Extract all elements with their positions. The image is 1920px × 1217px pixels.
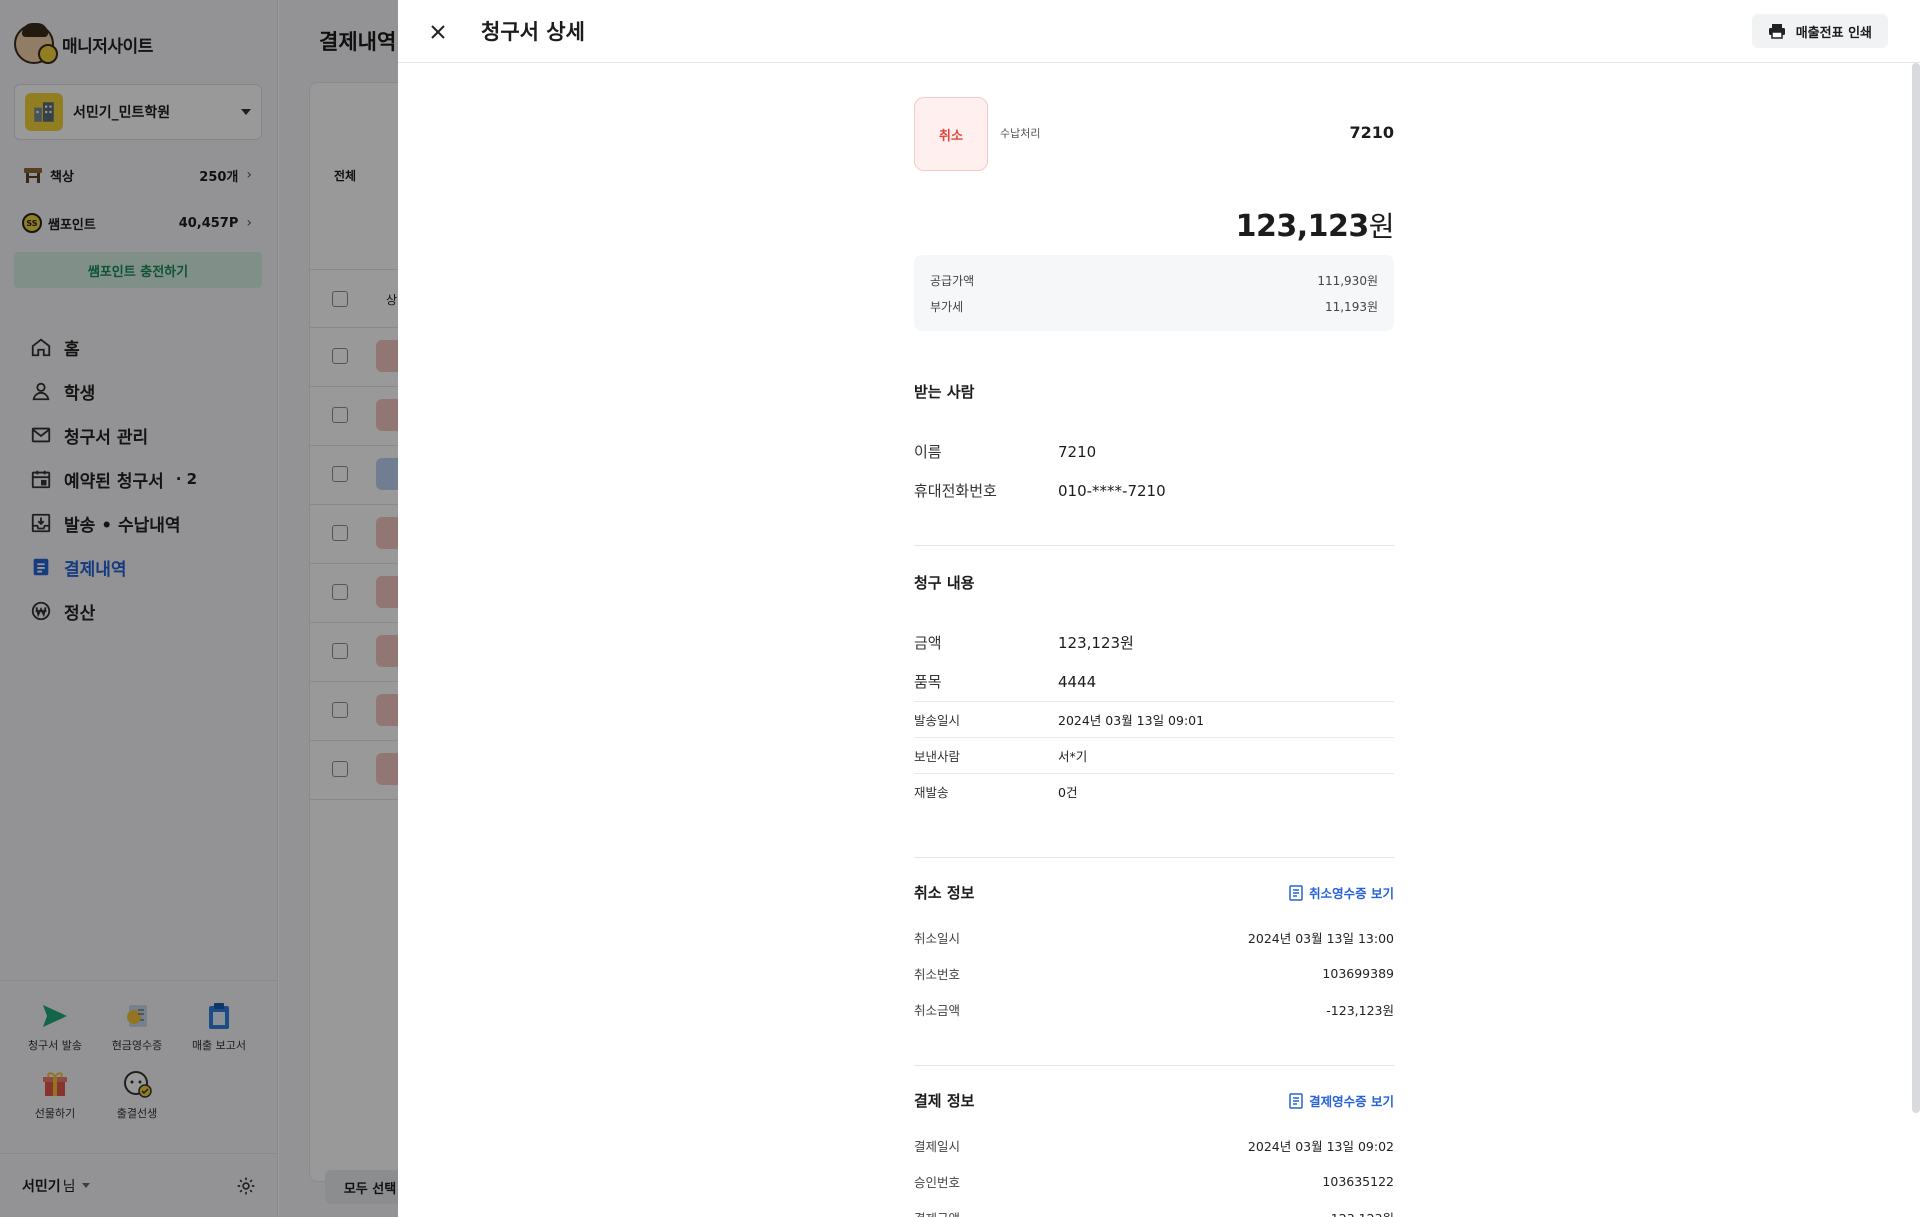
payment-info-section: 결제 정보 결제영수증 보기 결제일시 2024년 03월 13일 09:02 승… xyxy=(914,1065,1394,1217)
sender-row: 보낸사람 서*기 xyxy=(914,737,1394,773)
recipient-section: 받는 사람 이름 7210 휴대전화번호 010-****-7210 xyxy=(914,381,1394,510)
recipient-name-row: 이름 7210 xyxy=(914,432,1394,471)
vat-row: 부가세 11,193원 xyxy=(930,293,1378,319)
record-id: 7210 xyxy=(1349,123,1394,142)
supply-row: 공급가액 111,930원 xyxy=(930,267,1378,293)
total-value: 123,123 xyxy=(1235,209,1370,244)
section-title: 결제 정보 결제영수증 보기 xyxy=(914,1090,1394,1111)
vat-value: 11,193원 xyxy=(1324,299,1378,314)
field-label: 승인번호 xyxy=(914,1174,961,1190)
cancel-amount: -123,123원 xyxy=(1326,1002,1394,1018)
status-badge: 취소 xyxy=(914,97,988,171)
supply-value: 111,930원 xyxy=(1317,273,1378,288)
billing-title: 청구 내용 xyxy=(914,574,975,592)
recipient-phone-row: 휴대전화번호 010-****-7210 xyxy=(914,471,1394,510)
print-label: 매출전표 인쇄 xyxy=(1795,25,1872,41)
cancel-number: 103699389 xyxy=(1322,965,1394,981)
drawer-content: 취소 수납처리 7210 123,123원 공급가액 111,930원 부가세 11… xyxy=(914,63,1395,1217)
section-title: 받는 사람 xyxy=(914,381,1394,402)
approval-number: 103635122 xyxy=(1322,1173,1394,1189)
total-amount: 123,123원 xyxy=(914,205,1395,245)
payment-date: 2024년 03월 13일 09:02 xyxy=(1247,1138,1394,1154)
payment-info-title: 결제 정보 xyxy=(914,1092,975,1110)
vat-label: 부가세 xyxy=(930,299,964,314)
sent-date-row: 발송일시 2024년 03월 13일 09:01 xyxy=(914,701,1394,737)
field-label: 휴대전화번호 xyxy=(914,482,997,500)
printer-icon xyxy=(1768,24,1785,39)
cancel-amount-row: 취소금액 -123,123원 xyxy=(914,991,1394,1027)
field-label: 품목 xyxy=(914,673,942,691)
field-label: 발송일시 xyxy=(914,713,961,728)
link-label: 결제영수증 보기 xyxy=(1309,1094,1394,1109)
field-label: 취소일시 xyxy=(914,930,961,946)
payment-date-row: 결제일시 2024년 03월 13일 09:02 xyxy=(914,1127,1394,1163)
drawer-header: 청구서 상세 매출전표 인쇄 xyxy=(398,0,1920,63)
cancel-info-section: 취소 정보 취소영수증 보기 취소일시 2024년 03월 13일 13:00 취… xyxy=(914,857,1394,1027)
document-icon xyxy=(1289,884,1303,901)
cancel-info-title: 취소 정보 xyxy=(914,884,975,902)
field-label: 재발송 xyxy=(914,785,949,800)
resend-row: 재발송 0건 xyxy=(914,773,1394,809)
close-icon xyxy=(431,25,445,39)
billing-amount-row: 금액 123,123원 xyxy=(914,623,1394,662)
view-payment-receipt-link[interactable]: 결제영수증 보기 xyxy=(1289,1091,1394,1110)
supply-label: 공급가액 xyxy=(930,273,975,288)
approval-number-row: 승인번호 103635122 xyxy=(914,1163,1394,1199)
section-title: 청구 내용 xyxy=(914,572,1394,593)
recipient-title: 받는 사람 xyxy=(914,383,975,401)
drawer-title: 청구서 상세 xyxy=(481,20,585,44)
view-cancel-receipt-link[interactable]: 취소영수증 보기 xyxy=(1289,883,1394,902)
billing-item: 4444 xyxy=(1058,672,1097,691)
field-label: 취소번호 xyxy=(914,966,961,982)
link-label: 취소영수증 보기 xyxy=(1309,886,1394,901)
billing-amount: 123,123원 xyxy=(1058,634,1134,652)
cancel-number-row: 취소번호 103699389 xyxy=(914,955,1394,991)
sent-date: 2024년 03월 13일 09:01 xyxy=(1058,713,1205,728)
billing-item-row: 품목 4444 xyxy=(914,662,1394,701)
cancel-date: 2024년 03월 13일 13:00 xyxy=(1247,930,1394,946)
field-label: 결제금액 xyxy=(914,1208,960,1217)
section-title: 취소 정보 취소영수증 보기 xyxy=(914,882,1394,903)
print-sales-slip-button[interactable]: 매출전표 인쇄 xyxy=(1751,14,1888,48)
scrollbar[interactable] xyxy=(1912,63,1920,1113)
invoice-detail-drawer: 청구서 상세 매출전표 인쇄 취소 수납처리 7210 123,123원 공급가… xyxy=(398,0,1920,1217)
payment-amount-row: 결제금액 123,123원 xyxy=(914,1199,1394,1217)
sender: 서*기 xyxy=(1058,749,1088,764)
field-label: 결제일시 xyxy=(914,1138,961,1154)
recipient-phone: 010-****-7210 xyxy=(1058,481,1166,500)
field-label: 이름 xyxy=(914,443,942,461)
field-label: 금액 xyxy=(914,634,942,652)
field-label: 취소금액 xyxy=(914,1002,961,1018)
amount-breakdown: 공급가액 111,930원 부가세 11,193원 xyxy=(914,255,1394,331)
field-label: 보낸사람 xyxy=(914,749,961,764)
resend-count: 0건 xyxy=(1058,785,1078,800)
cancel-date-row: 취소일시 2024년 03월 13일 13:00 xyxy=(914,919,1394,955)
billing-section: 청구 내용 금액 123,123원 품목 4444 발송일시 2024년 03월 13… xyxy=(914,545,1394,809)
document-icon xyxy=(1289,1092,1303,1109)
total-unit: 원 xyxy=(1368,210,1395,243)
close-button[interactable] xyxy=(422,16,454,48)
status-subtext: 수납처리 xyxy=(1000,127,1041,140)
recipient-name: 7210 xyxy=(1058,442,1097,461)
status-block: 취소 수납처리 7210 xyxy=(914,63,1394,171)
payment-amount: 123,123원 xyxy=(1331,1208,1394,1217)
